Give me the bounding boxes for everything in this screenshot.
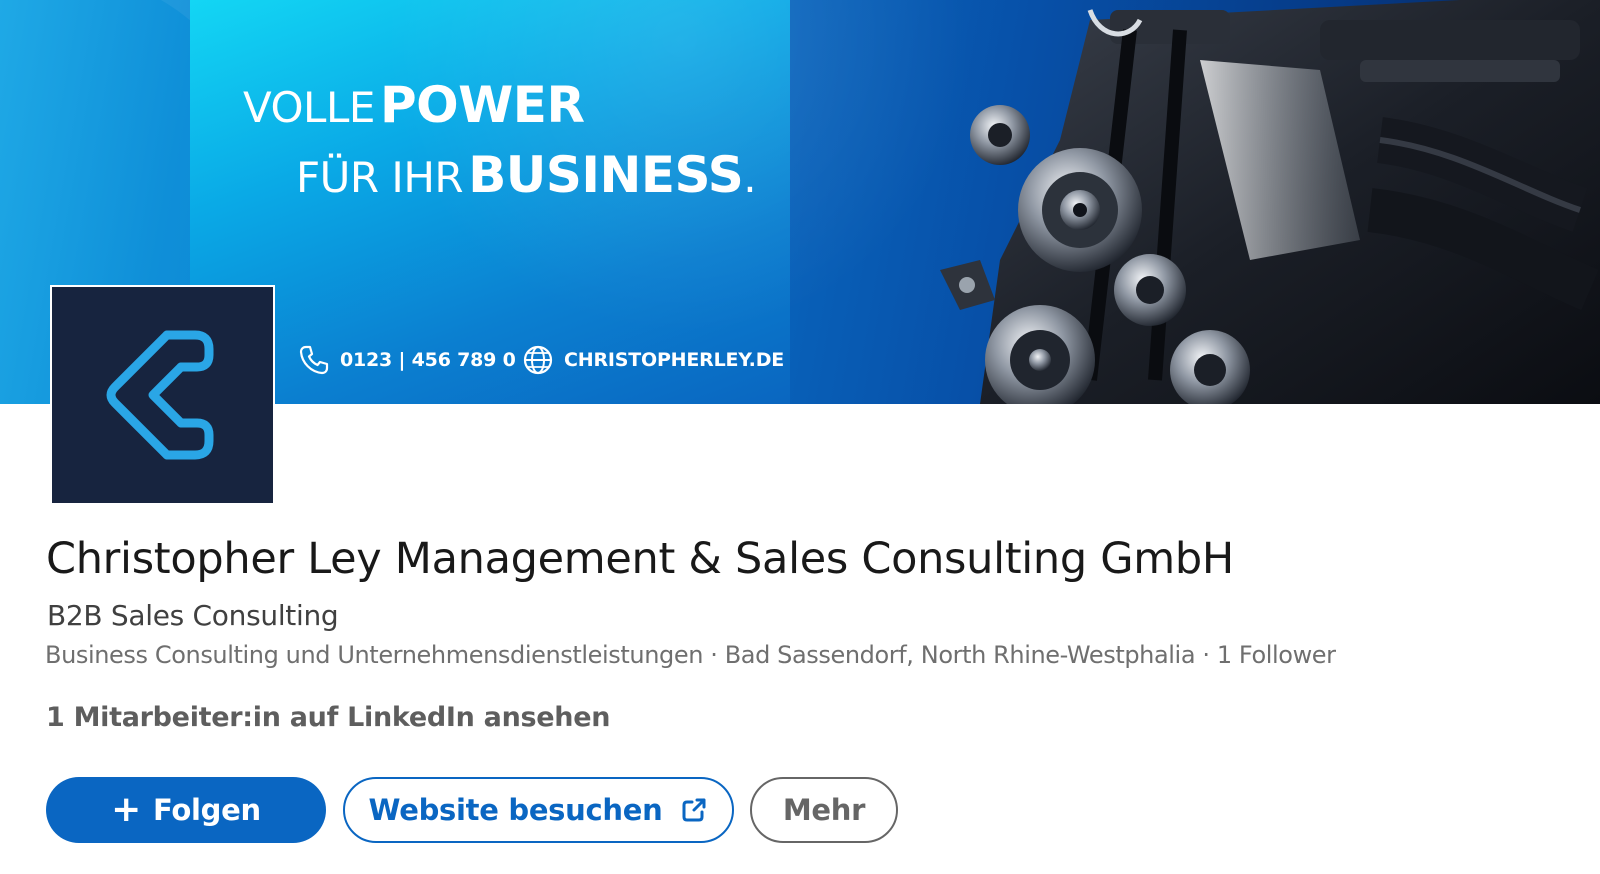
company-tagline: B2B Sales Consulting [47,599,339,632]
banner-website: CHRISTOPHERLEY.DE [522,340,784,380]
visit-website-label: Website besuchen [368,793,663,827]
banner-headline-line2: FÜR IHR BUSINESS. [296,146,757,204]
banner-phone-text: 0123 | 456 789 0 [340,349,516,371]
phone-icon [299,345,329,375]
globe-icon [523,345,553,375]
company-logo-mark [106,330,213,460]
company-logo[interactable] [50,285,275,505]
banner-phone: 0123 | 456 789 0 [298,340,516,380]
employees-link[interactable]: 1 Mitarbeiter:in auf LinkedIn ansehen [46,702,610,733]
visit-website-button[interactable]: Website besuchen [343,777,734,843]
follow-button[interactable]: + Folgen [46,777,326,843]
plus-icon: + [111,789,142,830]
company-meta: Business Consulting und Unternehmensdien… [45,641,1336,669]
more-button[interactable]: Mehr [750,777,898,843]
banner-website-text: CHRISTOPHERLEY.DE [564,349,785,371]
follow-button-label: Folgen [153,793,261,827]
external-link-icon [682,798,706,822]
more-button-label: Mehr [782,793,866,827]
company-name: Christopher Ley Management & Sales Consu… [46,534,1234,584]
engine-illustration [940,0,1600,404]
banner-headline-line1: VOLLE POWER [243,76,585,134]
